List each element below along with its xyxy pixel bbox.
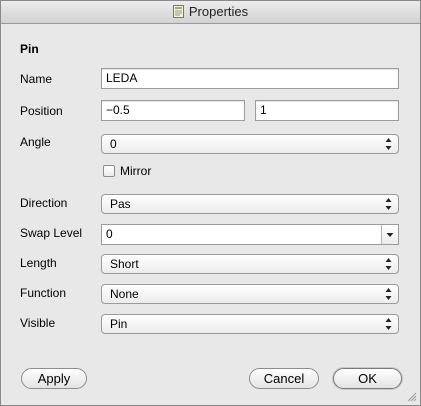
- length-value: Short: [110, 257, 139, 271]
- up-down-arrows-icon: [385, 198, 392, 210]
- window-title: Properties: [188, 4, 249, 19]
- swap-level-value: 0: [106, 227, 113, 241]
- document-icon: [172, 5, 184, 18]
- function-value: None: [110, 287, 139, 301]
- angle-popup[interactable]: 0: [101, 134, 399, 154]
- direction-value: Pas: [110, 197, 131, 211]
- position-label: Position: [20, 104, 63, 118]
- function-popup[interactable]: None: [101, 284, 399, 304]
- mirror-checkbox-row[interactable]: Mirror: [103, 164, 151, 180]
- swap-level-dropdown-button[interactable]: [381, 225, 398, 244]
- properties-dialog: Properties Pin Name LEDA Position −0.5 1…: [0, 0, 421, 406]
- section-title: Pin: [20, 42, 39, 56]
- mirror-label: Mirror: [120, 164, 152, 178]
- resize-grip-icon[interactable]: [406, 391, 417, 402]
- length-popup[interactable]: Short: [101, 254, 399, 274]
- up-down-arrows-icon: [385, 318, 392, 330]
- cancel-button[interactable]: Cancel: [249, 368, 319, 389]
- title-bar[interactable]: Properties: [1, 1, 420, 24]
- function-label: Function: [20, 286, 67, 300]
- visible-popup[interactable]: Pin: [101, 314, 399, 334]
- direction-label: Direction: [20, 196, 68, 210]
- chevron-down-icon: [386, 233, 394, 237]
- apply-button[interactable]: Apply: [21, 368, 87, 389]
- direction-popup[interactable]: Pas: [101, 194, 399, 214]
- length-label: Length: [20, 256, 57, 270]
- swap-level-combobox[interactable]: 0: [101, 224, 399, 245]
- ok-button[interactable]: OK: [333, 368, 402, 389]
- name-label: Name: [20, 72, 53, 86]
- swap-level-label: Swap Level: [20, 226, 83, 240]
- visible-value: Pin: [110, 317, 128, 331]
- visible-label: Visible: [20, 316, 56, 330]
- angle-value: 0: [110, 137, 117, 151]
- angle-label: Angle: [20, 135, 51, 149]
- position-y-field[interactable]: 1: [255, 100, 399, 121]
- up-down-arrows-icon: [385, 288, 392, 300]
- up-down-arrows-icon: [385, 258, 392, 270]
- up-down-arrows-icon: [385, 138, 392, 150]
- name-field[interactable]: LEDA: [101, 68, 399, 89]
- position-x-field[interactable]: −0.5: [101, 100, 245, 121]
- mirror-checkbox[interactable]: [103, 165, 115, 177]
